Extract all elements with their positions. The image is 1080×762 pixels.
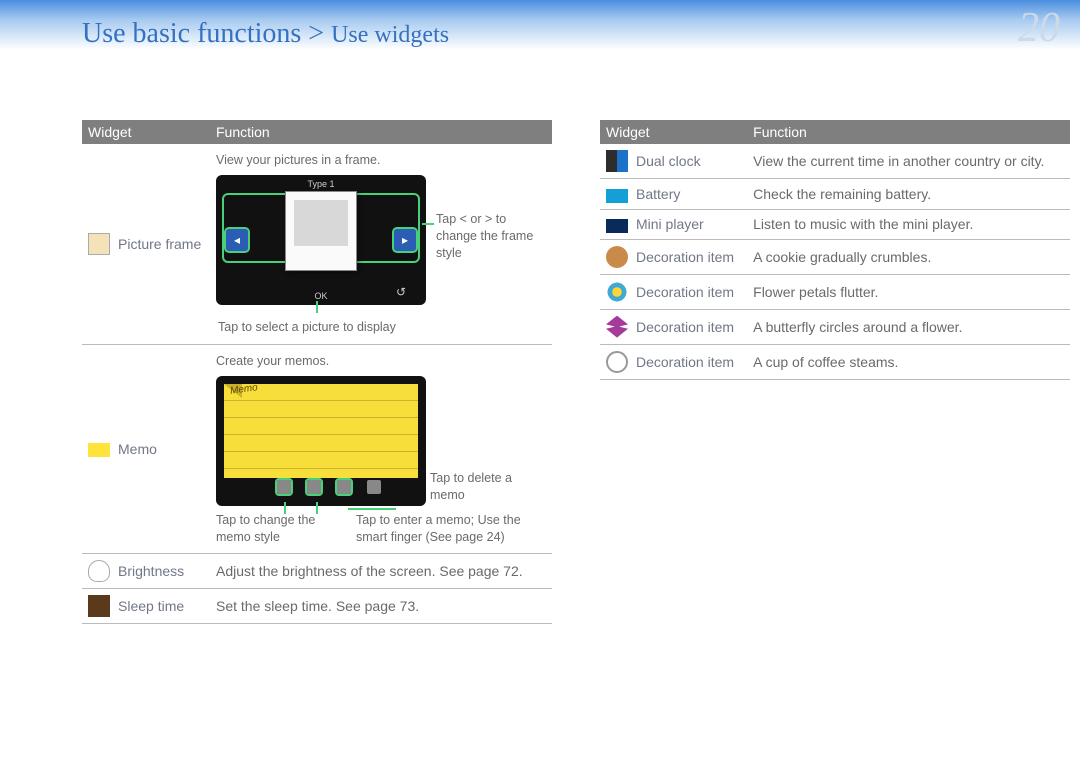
memo-delete-button[interactable] xyxy=(337,480,351,494)
page-number: 20 xyxy=(1018,4,1060,52)
table-row: Picture frame View your pictures in a fr… xyxy=(82,144,552,344)
widget-desc: A cookie gradually crumbles. xyxy=(747,239,1070,274)
left-column: Widget Function Picture frame View your … xyxy=(82,120,552,624)
mini-player-icon xyxy=(606,219,628,233)
pictureframe-desc: View your pictures in a frame. xyxy=(216,152,546,169)
widget-name: Battery xyxy=(630,179,747,210)
pictureframe-annot-arrows: Tap < or > to change the frame style xyxy=(436,211,546,262)
callout-line xyxy=(284,502,286,514)
pictureframe-annot-select: Tap to select a picture to display xyxy=(218,319,546,336)
widget-desc: View the current time in another country… xyxy=(747,144,1070,179)
col-header-widget: Widget xyxy=(600,120,747,144)
widget-name: Mini player xyxy=(630,210,747,239)
memo-enter-button[interactable] xyxy=(307,480,321,494)
memo-note-area[interactable]: Memo xyxy=(224,384,418,478)
widget-desc: Listen to music with the mini player. xyxy=(747,210,1070,239)
right-column: Widget Function Dual clock View the curr… xyxy=(600,120,1070,624)
memo-style-button[interactable] xyxy=(277,480,291,494)
table-row: Decoration item A butterfly circles arou… xyxy=(600,309,1070,344)
table-row: Decoration item A cookie gradually crumb… xyxy=(600,239,1070,274)
arrow-left-icon[interactable]: ◂ xyxy=(226,229,248,251)
col-header-function: Function xyxy=(747,120,1070,144)
breadcrumb: Use basic functions > Use widgets xyxy=(82,18,449,50)
breadcrumb-sub: Use widgets xyxy=(331,22,449,48)
widget-name: Decoration item xyxy=(630,274,747,309)
butterfly-icon xyxy=(606,316,628,338)
widget-table-left: Widget Function Picture frame View your … xyxy=(82,120,552,624)
ok-label[interactable]: OK xyxy=(314,291,327,301)
widget-desc: A butterfly circles around a flower. xyxy=(747,309,1070,344)
table-row: Sleep time Set the sleep time. See page … xyxy=(82,589,552,624)
picture-frame-icon xyxy=(88,233,110,255)
sleep-icon xyxy=(88,595,110,617)
widget-desc: Set the sleep time. See page 73. xyxy=(210,589,552,624)
widget-name: Decoration item xyxy=(630,344,747,379)
table-row: Memo Create your memos. Memo xyxy=(82,344,552,554)
table-row: Mini player Listen to music with the min… xyxy=(600,210,1070,239)
widget-name: Sleep time xyxy=(112,589,210,624)
memo-icon xyxy=(88,443,110,457)
frame-type-label: Type 1 xyxy=(216,179,426,189)
widget-name: Decoration item xyxy=(630,309,747,344)
table-row: Brightness Adjust the brightness of the … xyxy=(82,554,552,589)
table-row: Battery Check the remaining battery. xyxy=(600,179,1070,210)
widget-name: Picture frame xyxy=(112,144,210,344)
memo-back-button[interactable] xyxy=(367,480,381,494)
callout-line xyxy=(348,508,396,510)
battery-icon xyxy=(606,189,628,203)
coffee-icon xyxy=(606,351,628,373)
arrow-right-icon[interactable]: ▸ xyxy=(394,229,416,251)
callout-line xyxy=(422,223,434,225)
table-row: Dual clock View the current time in anot… xyxy=(600,144,1070,179)
widget-desc: Check the remaining battery. xyxy=(747,179,1070,210)
dual-clock-icon xyxy=(606,150,628,172)
back-icon[interactable]: ↺ xyxy=(396,285,406,299)
widget-desc: Flower petals flutter. xyxy=(747,274,1070,309)
table-row: Decoration item A cup of coffee steams. xyxy=(600,344,1070,379)
photo-placeholder[interactable] xyxy=(285,191,357,271)
widget-name: Memo xyxy=(112,344,210,554)
table-row: Decoration item Flower petals flutter. xyxy=(600,274,1070,309)
memo-annot-delete: Tap to delete a memo xyxy=(430,470,550,504)
bulb-icon xyxy=(88,560,110,582)
picture-frame-device: Type 1 ◂ ▸ OK ↺ xyxy=(216,175,426,305)
widget-name: Brightness xyxy=(112,554,210,589)
breadcrumb-main: Use basic functions xyxy=(82,18,301,49)
memo-desc: Create your memos. xyxy=(216,353,546,370)
callout-line xyxy=(316,301,318,313)
widget-desc: Adjust the brightness of the screen. See… xyxy=(210,554,552,589)
memo-annot-style: Tap to change the memo style xyxy=(216,512,336,546)
widget-name: Decoration item xyxy=(630,239,747,274)
col-header-widget: Widget xyxy=(82,120,210,144)
memo-annot-enter: Tap to enter a memo; Use the smart finge… xyxy=(356,512,546,546)
cookie-icon xyxy=(606,246,628,268)
widget-name: Dual clock xyxy=(630,144,747,179)
memo-device: Memo xyxy=(216,376,426,506)
breadcrumb-sep: > xyxy=(301,18,331,49)
widget-table-right: Widget Function Dual clock View the curr… xyxy=(600,120,1070,380)
callout-line xyxy=(316,502,318,514)
flower-icon xyxy=(606,281,628,303)
widget-desc: A cup of coffee steams. xyxy=(747,344,1070,379)
col-header-function: Function xyxy=(210,120,552,144)
